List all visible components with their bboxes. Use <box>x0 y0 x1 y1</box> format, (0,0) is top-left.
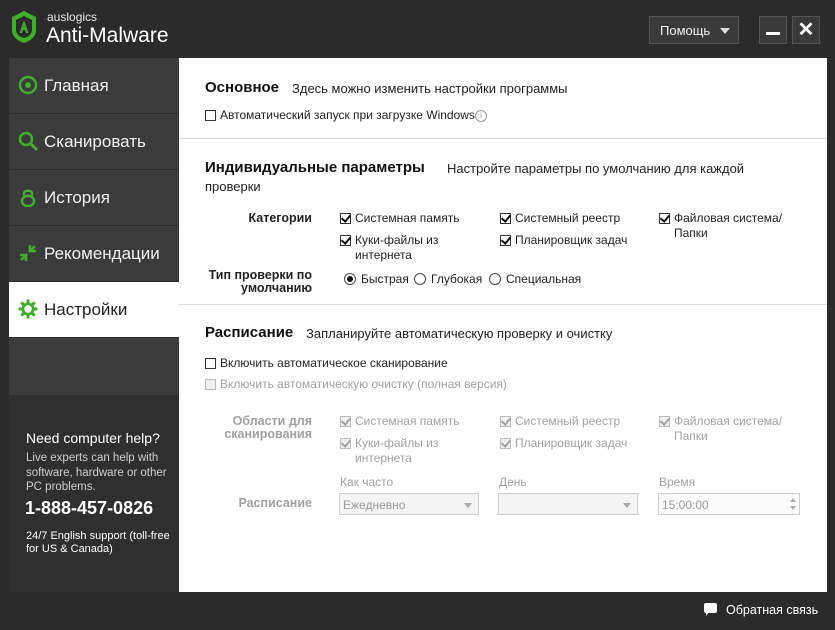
sidebar-item-recommendations[interactable]: Рекомендации <box>9 226 179 282</box>
section-divider <box>179 304 827 305</box>
auslogics-logo-icon <box>12 11 36 43</box>
help-phone: 1-888-457-0826 <box>25 498 154 518</box>
recommend-arrows-icon <box>20 245 36 261</box>
individual-section-title: Индивидуальные параметры <box>205 159 425 176</box>
scan-type-label-custom: Специальная <box>506 272 582 286</box>
sidebar-item-history[interactable]: История <box>9 170 179 226</box>
schedule-section-desc: Запланируйте автоматическую проверку и о… <box>306 326 613 341</box>
scan-type-radio-quick[interactable] <box>344 273 356 285</box>
day-label: День <box>499 475 527 489</box>
sidebar-item-label: Главная <box>44 76 109 95</box>
sidebar-item-label: Рекомендации <box>44 244 160 263</box>
category-checkbox[interactable] <box>500 235 511 246</box>
sidebar-item-scan[interactable]: Сканировать <box>9 114 179 170</box>
help-text: Live experts can help with software, har… <box>26 452 167 493</box>
area-checkbox[interactable] <box>340 416 351 427</box>
category-label: Файловая система/ Папки <box>674 211 783 240</box>
category-checkbox[interactable] <box>659 213 670 224</box>
chevron-down-icon <box>464 503 472 508</box>
scan-type-label: Тип проверки по умолчанию <box>208 268 312 295</box>
close-button[interactable]: ✕ <box>792 16 820 44</box>
area-checkbox[interactable] <box>340 438 351 449</box>
help-label: Помощь <box>660 23 711 38</box>
area-label: Системная память <box>355 414 460 428</box>
scan-type-label-quick: Быстрая <box>361 272 409 286</box>
title-bar: auslogics Anti-Malware Помощь ✕ <box>0 0 835 58</box>
enable-autoclean-checkbox[interactable] <box>205 379 216 390</box>
enable-autoscan-label: Включить автоматическое сканирование <box>220 356 448 370</box>
help-title: Need computer help? <box>26 430 160 446</box>
scan-type-label-deep: Глубокая <box>431 272 483 286</box>
schedule-section-title: Расписание <box>205 324 294 341</box>
autostart-checkbox[interactable] <box>205 110 216 121</box>
area-label: Куки-файлы из интернета <box>355 436 439 465</box>
gear-icon <box>18 299 38 319</box>
area-checkbox[interactable] <box>500 416 511 427</box>
area-label: Системный реестр <box>515 414 621 428</box>
section-divider <box>179 138 827 139</box>
category-checkbox[interactable] <box>500 213 511 224</box>
scan-type-radio-deep[interactable] <box>414 273 426 285</box>
area-label: Файловая система/ Папки <box>674 414 783 443</box>
search-icon <box>18 131 38 151</box>
lock-icon <box>20 189 36 207</box>
category-checkbox[interactable] <box>340 213 351 224</box>
close-icon: ✕ <box>797 19 815 41</box>
sidebar: Главная Сканировать История Рекомендации… <box>9 58 179 592</box>
help-subtext: 24/7 English support (toll-free for US &… <box>26 530 170 555</box>
individual-section-desc: Настройте параметры по умолчанию для каж… <box>447 161 745 176</box>
category-label: Планировщик задач <box>515 233 628 247</box>
home-circle-icon <box>18 75 38 95</box>
how-often-label: Как часто <box>340 475 394 489</box>
how-often-value: Ежедневно <box>343 498 406 512</box>
individual-section-desc-cont: проверки <box>205 179 261 194</box>
brand-company: auslogics <box>47 10 98 24</box>
area-checkbox[interactable] <box>500 438 511 449</box>
scan-areas-label: Области для сканирования <box>224 414 312 441</box>
schedule-row-label: Расписание <box>238 496 312 510</box>
autostart-label: Автоматический запуск при загрузке Windo… <box>220 108 475 122</box>
time-input[interactable]: 15:00:00 <box>658 493 800 515</box>
chevron-down-icon <box>720 28 730 34</box>
speech-bubble-icon <box>704 603 717 616</box>
spinner-arrows-icon[interactable] <box>788 494 798 514</box>
basic-section-title: Основное <box>205 79 280 96</box>
info-icon[interactable]: i <box>475 110 487 122</box>
scan-type-radio-custom[interactable] <box>489 273 501 285</box>
basic-section-desc: Здесь можно изменить настройки программы <box>292 81 568 96</box>
time-value: 15:00:00 <box>662 498 709 512</box>
categories-label: Категории <box>248 211 313 225</box>
sidebar-item-label: Сканировать <box>44 132 146 151</box>
day-select[interactable] <box>498 493 638 515</box>
feedback-link[interactable]: Обратная связь <box>726 603 818 617</box>
enable-autoscan-checkbox[interactable] <box>205 358 216 369</box>
app-title: Anti-Malware <box>46 24 169 47</box>
how-often-select[interactable]: Ежедневно <box>339 493 479 515</box>
time-label: Время <box>659 475 696 489</box>
category-label: Куки-файлы из интернета <box>355 233 439 262</box>
sidebar-item-label: Настройки <box>44 300 128 319</box>
area-checkbox[interactable] <box>659 416 670 427</box>
category-label: Системный реестр <box>515 211 621 225</box>
sidebar-item-home[interactable]: Главная <box>9 58 179 114</box>
sidebar-item-label: История <box>44 188 110 207</box>
chevron-down-icon <box>623 503 631 508</box>
help-dropdown-button[interactable]: Помощь <box>649 16 739 44</box>
help-promo-panel: Need computer help? Live experts can hel… <box>9 395 179 592</box>
sidebar-item-settings[interactable]: Настройки <box>9 282 179 338</box>
category-label: Системная память <box>355 211 460 225</box>
area-label: Планировщик задач <box>515 436 628 450</box>
settings-panel: Основное Здесь можно изменить настройки … <box>179 58 827 592</box>
minimize-button[interactable] <box>759 16 787 44</box>
enable-autoclean-label: Включить автоматическую очистку (полная … <box>220 377 507 391</box>
category-checkbox[interactable] <box>340 235 351 246</box>
